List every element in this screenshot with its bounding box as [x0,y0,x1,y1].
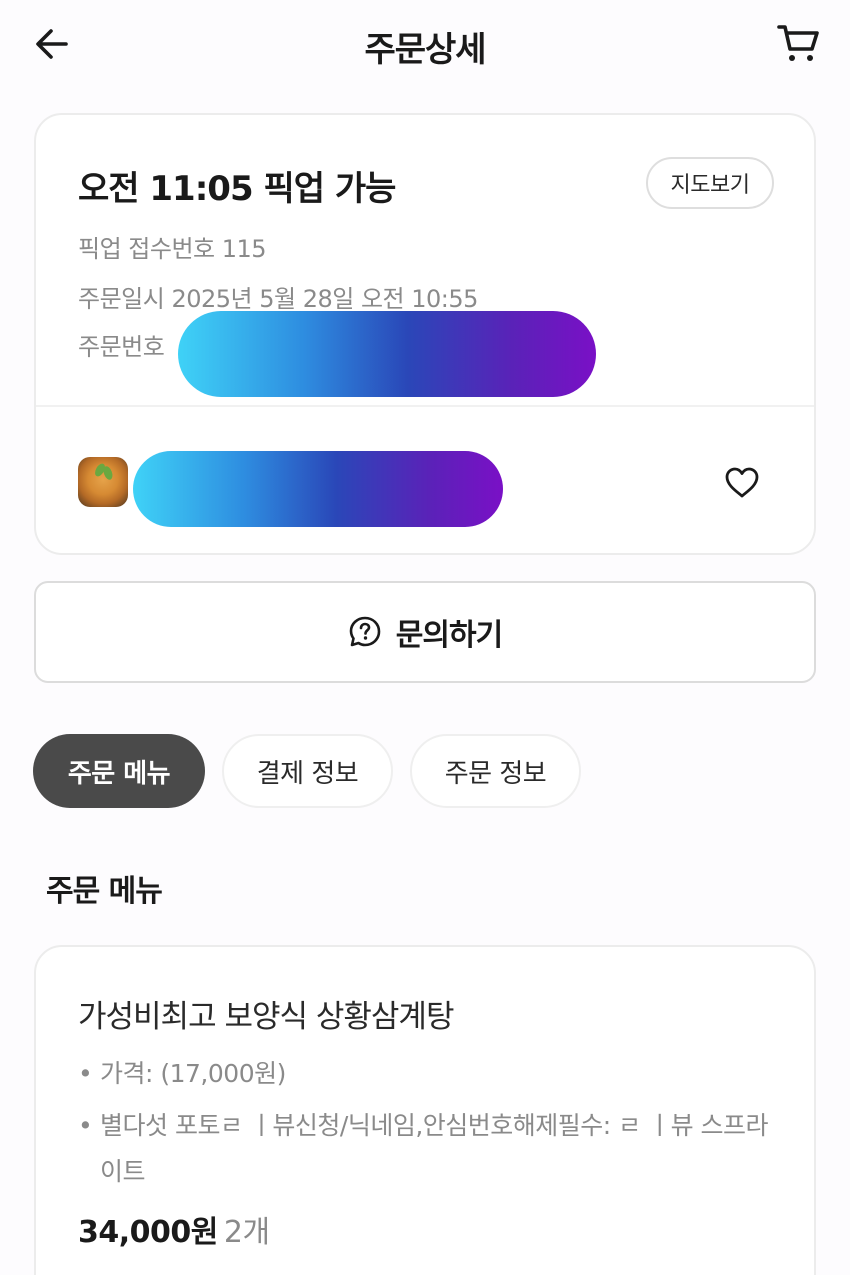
section-title: 주문 메뉴 [46,874,163,909]
option-text: 가격: (17,000원) [100,1059,286,1088]
tab-payment-info[interactable]: 결제 정보 [222,734,393,808]
tab-order-info[interactable]: 주문 정보 [410,734,581,808]
page-title: 주문상세 [364,30,486,70]
order-datetime: 주문일시 2025년 5월 28일 오전 10:55 [78,285,478,313]
order-number-label: 주문번호 [78,333,165,361]
store-thumbnail[interactable] [78,457,128,507]
card-divider [36,405,814,407]
app-header: 주문상세 [0,0,850,88]
inquiry-label: 문의하기 [395,618,503,653]
bullet: • [78,1111,93,1140]
inquiry-button[interactable]: 문의하기 [34,581,816,683]
heart-outline-icon [725,467,759,498]
bullet: • [78,1059,93,1088]
tab-order-menu[interactable]: 주문 메뉴 [33,734,205,808]
favorite-button[interactable] [720,461,764,505]
pickup-info-card: 오전 11:05 픽업 가능 지도보기 픽업 접수번호 115 주문일시 202… [34,113,816,555]
menu-item-card: 가성비최고 보양식 상황삼계탕 • 가격: (17,000원) • 별다섯 포토ㄹ … [34,945,816,1275]
menu-option: • 별다섯 포토ㄹ ㅣ뷰신청/닉네임,안심번호해제필수: ㄹ ㅣ뷰 스프라이트 [78,1103,778,1195]
pickup-time-title: 오전 11:05 픽업 가능 [78,169,396,209]
view-map-button[interactable]: 지도보기 [646,157,774,209]
redacted-store-name[interactable] [133,451,503,527]
pickup-number: 픽업 접수번호 115 [78,235,267,263]
price-row: 34,000원 2개 [78,1207,270,1251]
cart-button[interactable] [774,18,824,68]
menu-item-name: 가성비최고 보양식 상황삼계탕 [78,999,454,1035]
menu-option: • 가격: (17,000원) [78,1051,778,1097]
question-chat-icon [349,616,381,647]
option-text: 별다섯 포토ㄹ ㅣ뷰신청/닉네임,안심번호해제필수: ㄹ ㅣ뷰 스프라이트 [100,1111,769,1186]
redacted-order-number [178,311,596,397]
item-price: 34,000원 [78,1215,218,1250]
item-quantity: 2개 [223,1215,270,1250]
cart-icon [777,25,819,61]
order-detail-screen: 주문상세 오전 11:05 픽업 가능 지도보기 픽업 접수번호 115 주문일… [0,0,850,1275]
